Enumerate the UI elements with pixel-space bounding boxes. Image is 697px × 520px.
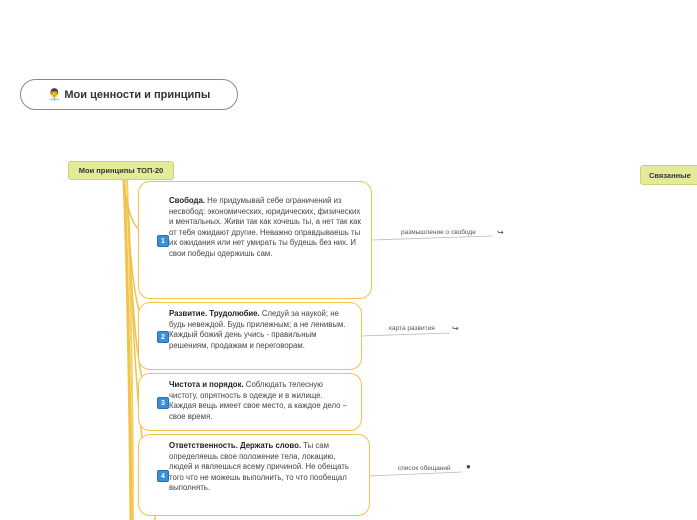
principle-title: Развитие. Трудолюбие.: [169, 309, 260, 318]
link-label-2[interactable]: карта развития: [389, 325, 435, 332]
main-topic-principles[interactable]: Мои принципы ТОП-20: [68, 161, 174, 180]
number-badge-1: 1: [157, 235, 169, 247]
apple-icon[interactable]: ●: [466, 462, 471, 471]
mindmap-link-icon[interactable]: ↪: [497, 228, 504, 237]
root-topic-label: Мои ценности и принципы: [64, 88, 211, 101]
principle-title: Свобода.: [169, 196, 206, 205]
principle-card-1[interactable]: Свобода. Не придумывай себе ограничений …: [138, 181, 372, 299]
principle-text: Не придумывай себе ограничений из несвоб…: [169, 196, 361, 258]
number-badge-3: 3: [157, 397, 169, 409]
number-badge-2: 2: [157, 331, 169, 343]
link-line-4: [368, 471, 463, 477]
principle-card-4[interactable]: Ответственность. Держать слово. Ты сам о…: [138, 434, 370, 516]
principle-title: Ответственность. Держать слово.: [169, 441, 302, 450]
man-avatar-icon: 👨‍💼: [47, 89, 62, 101]
side-topic-label: Связанные: [649, 170, 691, 180]
principle-card-3[interactable]: Чистота и порядок. Соблюдать телесную чи…: [138, 373, 362, 431]
principle-title: Чистота и порядок.: [169, 380, 244, 389]
principle-card-2[interactable]: Развитие. Трудолюбие. Следуй за наукой; …: [138, 302, 362, 370]
link-line-2: [360, 332, 451, 337]
main-topic-label: Мои принципы ТОП-20: [78, 166, 164, 175]
root-topic[interactable]: 👨‍💼 Мои ценности и принципы: [20, 79, 238, 110]
side-topic-related[interactable]: Связанные: [640, 165, 697, 185]
link-label-4[interactable]: список обещаний: [398, 465, 451, 472]
link-line-1: [370, 235, 493, 241]
number-badge-4: 4: [157, 470, 169, 482]
mindmap-link-icon[interactable]: ↪: [452, 324, 459, 333]
link-label-1[interactable]: размышление о свободе: [401, 229, 476, 236]
